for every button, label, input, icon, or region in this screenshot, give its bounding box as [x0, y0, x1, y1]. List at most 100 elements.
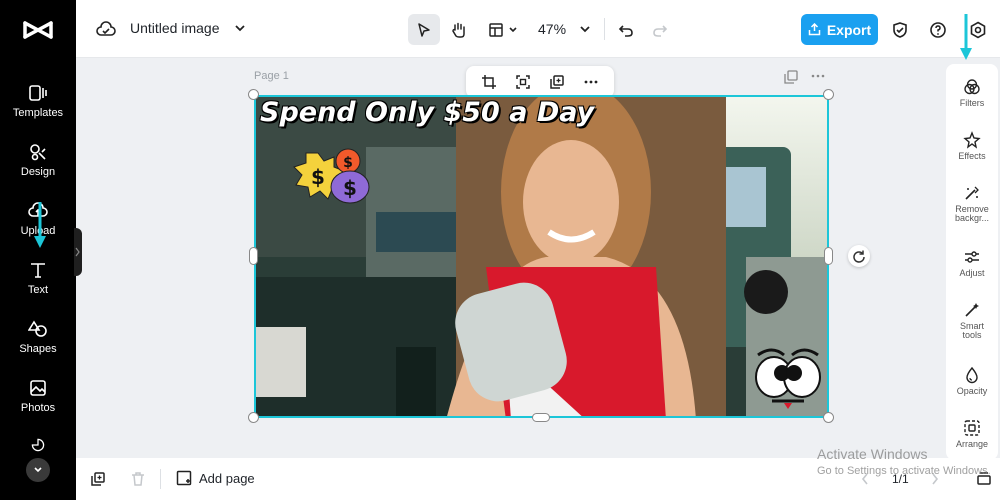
help-button[interactable] — [928, 20, 948, 40]
panel-item-label: Smart tools — [959, 321, 984, 340]
cloud-sync-button[interactable] — [96, 20, 116, 40]
export-icon — [808, 23, 821, 36]
opacity-icon — [966, 366, 978, 384]
food-truck-selfie-photo — [256, 97, 827, 416]
crop-icon[interactable] — [481, 74, 497, 90]
redo-icon — [653, 25, 668, 37]
panel-item-label: Filters — [959, 98, 985, 108]
adjust-icon — [965, 251, 979, 263]
sticker-dollar-2: $ — [343, 155, 353, 171]
page-label: Page 1 — [254, 70, 289, 82]
undo-icon — [618, 25, 633, 37]
rotate-icon — [853, 250, 865, 263]
replace-icon[interactable] — [515, 74, 531, 90]
selected-image[interactable]: Spend Only $50 a Day $ $ $ — [254, 95, 829, 418]
sidebar-item-label: Design — [20, 166, 56, 178]
sticker-dollar-3: $ — [343, 176, 357, 200]
bottom-divider — [160, 469, 161, 489]
chevron-down-icon — [235, 25, 245, 32]
add-page-button[interactable]: Add page — [176, 470, 255, 486]
money-sticker[interactable]: $ $ $ — [290, 147, 376, 211]
sidebar-item-text[interactable]: Text — [0, 260, 76, 312]
eyes-sticker[interactable] — [752, 343, 824, 413]
chevron-down-icon — [34, 467, 42, 473]
pointer-icon — [418, 22, 430, 37]
rotate-button[interactable] — [848, 245, 870, 267]
duplicate-icon[interactable] — [549, 74, 565, 90]
add-page-icon — [176, 470, 192, 486]
zoom-dropdown-button[interactable] — [576, 20, 594, 38]
windows-activation-title: Activate Windows — [817, 446, 928, 462]
panel-item-adjust[interactable]: Adjust — [946, 248, 998, 278]
delete-page-button[interactable] — [128, 469, 148, 489]
security-button[interactable] — [890, 20, 910, 40]
more-options-icon[interactable] — [583, 74, 599, 90]
resize-handle-top-right[interactable] — [823, 89, 834, 100]
hand-tool-button[interactable] — [446, 14, 472, 45]
effects-icon — [963, 131, 981, 149]
templates-icon — [29, 85, 47, 101]
shapes-icon — [28, 320, 47, 337]
title-dropdown-button[interactable] — [232, 20, 248, 36]
undo-button[interactable] — [616, 20, 636, 40]
shield-check-icon — [893, 22, 907, 38]
sidebar-item-design[interactable]: Design — [0, 142, 76, 194]
redo-button[interactable] — [650, 20, 670, 40]
capcut-logo[interactable] — [22, 16, 54, 44]
panel-item-label: Arrange — [955, 439, 989, 449]
remove-background-icon — [965, 186, 979, 200]
image-context-toolbar — [466, 66, 614, 98]
panel-item-remove-background[interactable]: Remove backgr... — [946, 184, 998, 223]
arrange-icon — [964, 420, 980, 436]
headline-text[interactable]: Spend Only $50 a Day — [260, 97, 594, 128]
page-more-icon[interactable] — [811, 72, 825, 80]
duplicate-page-button[interactable] — [88, 469, 108, 489]
collapse-panel-handle[interactable] — [74, 228, 82, 276]
export-button[interactable]: Export — [801, 14, 878, 45]
sidebar-item-templates[interactable]: Templates — [0, 83, 76, 135]
document-title[interactable]: Untitled image — [130, 20, 220, 36]
chevron-right-icon — [75, 247, 80, 257]
sidebar-item-more[interactable] — [0, 437, 76, 457]
toolbar-divider — [604, 18, 605, 40]
panel-item-effects[interactable]: Effects — [946, 131, 998, 161]
sidebar-item-label: Photos — [20, 402, 56, 414]
trash-icon — [132, 472, 144, 486]
sidebar-item-photos[interactable]: Photos — [0, 378, 76, 430]
resize-handle-left[interactable] — [249, 247, 258, 265]
sticker-dollar-1: $ — [311, 165, 325, 189]
smart-tools-icon — [965, 303, 979, 317]
sidebar-item-shapes[interactable]: Shapes — [0, 319, 76, 371]
photos-icon — [30, 380, 46, 396]
panel-item-label: Remove backgr... — [954, 204, 990, 223]
resize-handle-bottom-right[interactable] — [823, 412, 834, 423]
right-properties-panel: Filters Effects Remove backgr... Adjust … — [946, 64, 998, 460]
resize-handle-top-left[interactable] — [248, 89, 259, 100]
help-icon — [930, 22, 946, 38]
panel-item-opacity[interactable]: Opacity — [946, 366, 998, 396]
duplicate-page-icon[interactable] — [784, 70, 798, 84]
chevron-down-icon — [509, 26, 517, 32]
cloud-check-icon — [96, 21, 116, 36]
windows-activation-subtitle: Go to Settings to activate Windows. — [817, 465, 991, 477]
select-tool-button[interactable] — [408, 14, 440, 45]
sidebar-item-label: Shapes — [19, 343, 57, 355]
sidebar-expand-button[interactable] — [26, 458, 50, 482]
hand-icon — [452, 22, 465, 38]
layout-dropdown-button[interactable] — [484, 14, 522, 45]
panel-item-label: Opacity — [956, 386, 988, 396]
annotation-arrow-down — [960, 14, 972, 60]
resize-handle-bottom[interactable] — [532, 413, 550, 422]
sidebar-item-label: Text — [27, 284, 49, 296]
zoom-level[interactable]: 47% — [538, 21, 566, 37]
panel-item-arrange[interactable]: Arrange — [946, 419, 998, 449]
add-page-label: Add page — [199, 470, 255, 486]
resize-handle-bottom-left[interactable] — [248, 412, 259, 423]
annotation-arrow-down — [34, 202, 46, 248]
resize-handle-right[interactable] — [824, 247, 833, 265]
panel-item-label: Effects — [958, 151, 986, 161]
panel-item-filters[interactable]: Filters — [946, 78, 998, 108]
sidebar-item-label: Templates — [12, 107, 64, 119]
panel-item-label: Adjust — [959, 268, 985, 278]
panel-item-smart-tools[interactable]: Smart tools — [946, 301, 998, 340]
